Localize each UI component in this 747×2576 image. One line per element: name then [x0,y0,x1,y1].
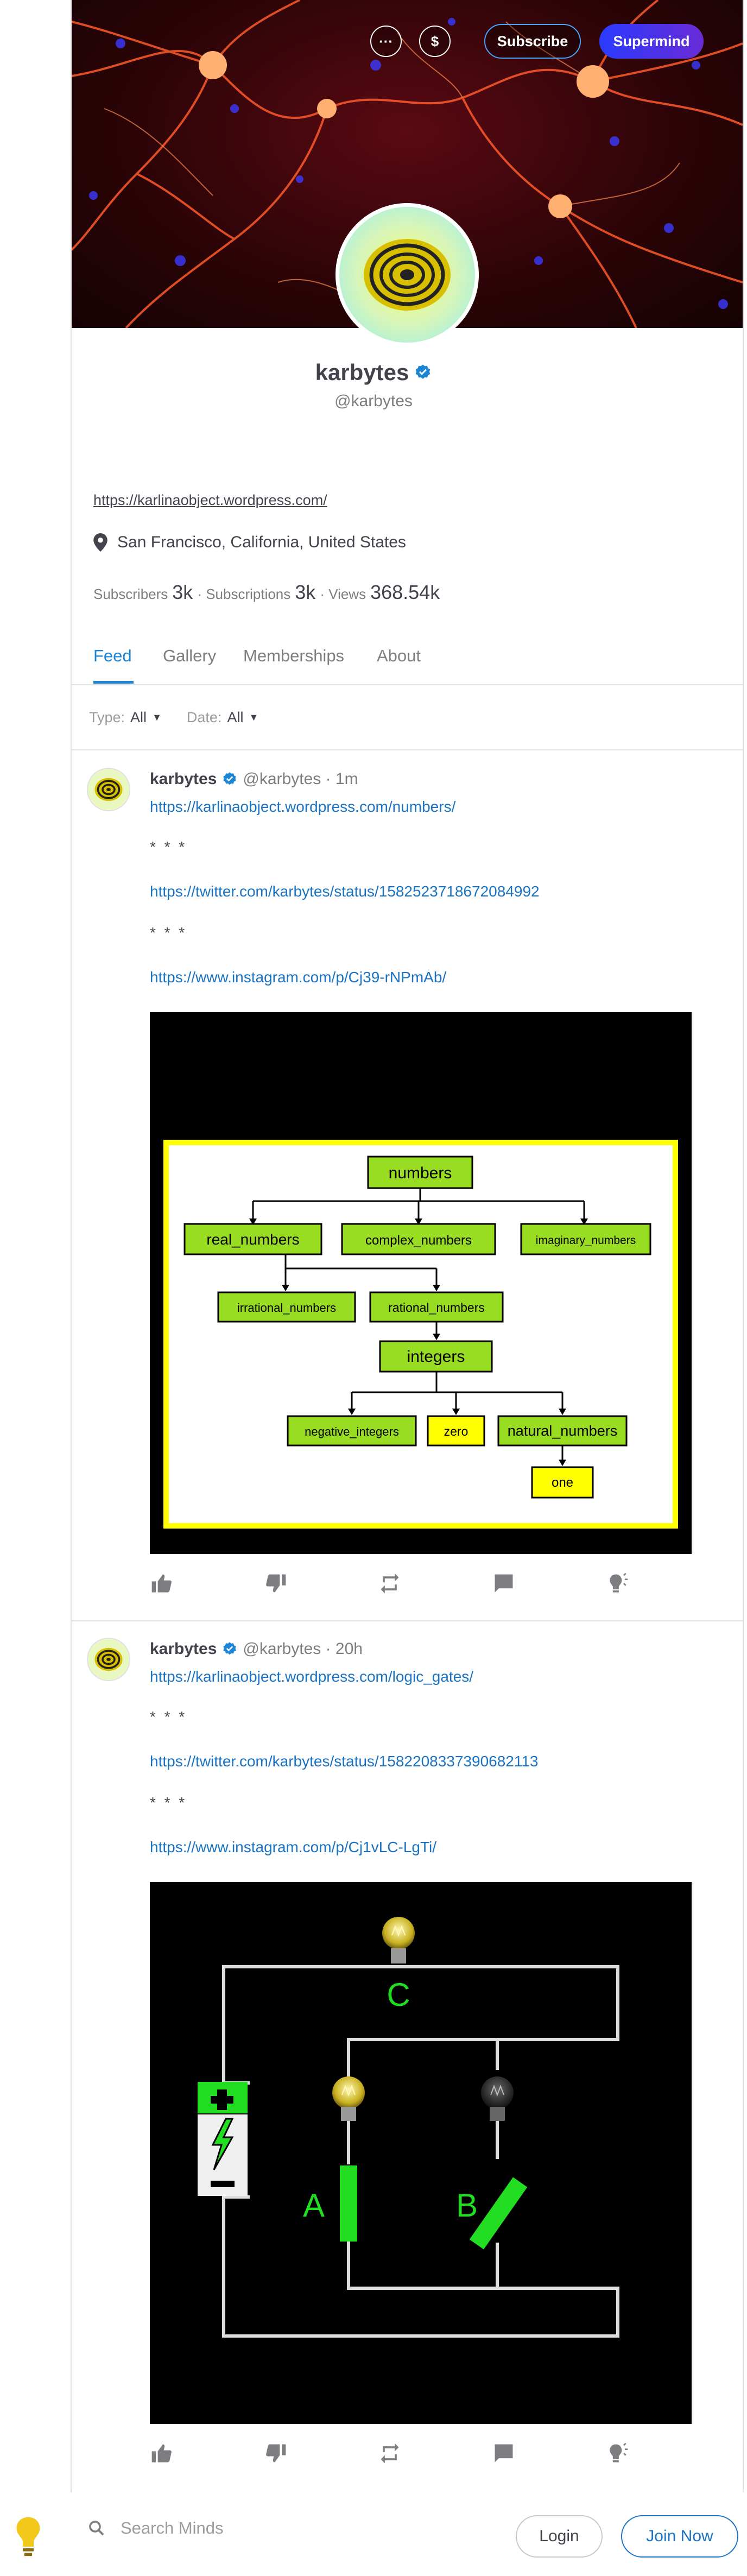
post-separator: * * * [150,1794,187,1811]
feed-post: karbytes @karbytes · 20h https://karlina… [72,1621,743,2492]
profile-name: karbytes [315,359,409,385]
subscriptions-count[interactable]: 3k [295,581,315,604]
feed-filters: Type: All ▼ Date: All ▼ [72,685,743,750]
more-options-button[interactable]: ··· [370,26,402,57]
minds-search[interactable]: Search Minds [87,2518,224,2538]
post-actions [150,1571,638,1599]
post-author-avatar[interactable] [87,1638,130,1681]
subscribers-count[interactable]: 3k [172,581,193,604]
diagram-node-complex-numbers: complex_numbers [365,1233,472,1248]
thumbs-down-icon[interactable] [264,1571,288,1595]
thumbs-up-icon[interactable] [150,2441,174,2465]
minds-logo-bulb-icon[interactable] [12,2514,45,2558]
verified-badge-icon [223,1642,237,1655]
post-link[interactable]: https://twitter.com/karbytes/status/1582… [150,883,540,900]
subscribers-label: Subscribers [93,586,168,602]
date-filter-value: All [227,709,244,725]
login-button[interactable]: Login [516,2515,603,2558]
profile-website-link[interactable]: https://karlinaobject.wordpress.com/ [93,492,327,509]
post-link[interactable]: https://twitter.com/karbytes/status/1582… [150,1753,539,1770]
post-actions [150,2441,638,2468]
profile-stats: Subscribers 3k · Subscriptions 3k · View… [93,581,440,604]
type-filter-value: All [130,709,147,725]
profile-avatar[interactable] [335,203,479,346]
location-text: San Francisco, California, United States [117,533,406,551]
subscriptions-label: · Subscriptions [197,586,291,602]
thumbs-down-icon[interactable] [264,2441,288,2465]
profile-name-row: karbytes [0,359,747,386]
tab-feed[interactable]: Feed [93,646,132,666]
post-separator: * * * [150,838,187,855]
active-tab-indicator [93,681,134,684]
comment-icon[interactable] [492,2441,516,2465]
avatar-image [88,1639,129,1680]
diagram-node-integers: integers [407,1348,465,1366]
views-count: 368.54k [370,581,440,603]
avatar-image [339,207,475,343]
views-label: · Views [320,586,366,602]
tab-gallery[interactable]: Gallery [163,646,216,666]
comment-icon[interactable] [492,1571,516,1595]
join-now-button[interactable]: Join Now [621,2515,738,2558]
diagram-node-natural-numbers: natural_numbers [508,1423,618,1439]
post-header: karbytes @karbytes · 1m [150,770,358,788]
supermind-bulb-icon[interactable] [606,1571,630,1595]
post-image-logic-circuit[interactable]: C A B [150,1882,692,2424]
feed-post: karbytes @karbytes · 1m https://karlinao… [72,752,743,1621]
avatar-image [88,769,129,810]
diagram-node-numbers: numbers [389,1164,452,1182]
logic-gate-circuit-diagram: C A B [198,1917,619,2338]
diagram-node-imaginary-numbers: imaginary_numbers [536,1234,636,1247]
search-placeholder: Search Minds [121,2518,224,2537]
type-filter-label: Type: [89,709,125,725]
search-icon [89,2521,104,2536]
post-meta: @karbytes · 1m [243,770,358,788]
post-image-numbers-diagram[interactable]: numbers real_numbers complex_numbers ima… [150,1012,692,1554]
diagram-node-real-numbers: real_numbers [206,1231,299,1248]
profile-tabs: Feed Gallery Memberships About [72,635,743,685]
supermind-button[interactable]: Supermind [599,24,704,59]
bottom-bar: Search Minds Login Join Now [16,2492,747,2576]
post-author-name[interactable]: karbytes [150,1640,217,1658]
profile-handle: @karbytes [334,392,413,410]
chevron-down-icon: ▼ [249,711,259,723]
post-author-avatar[interactable] [87,768,130,811]
chevron-down-icon: ▼ [152,711,162,723]
type-filter[interactable]: Type: All ▼ [89,709,162,726]
tip-button[interactable]: $ [419,26,451,57]
post-link[interactable]: https://www.instagram.com/p/Cj39-rNPmAb/ [150,969,446,986]
post-meta: @karbytes · 20h [243,1640,363,1658]
tab-about[interactable]: About [377,646,421,666]
profile-location: San Francisco, California, United States [93,533,406,552]
post-header: karbytes @karbytes · 20h [150,1640,363,1658]
diagram-node-irrational-numbers: irrational_numbers [237,1301,336,1315]
post-separator: * * * [150,1708,187,1725]
supermind-bulb-icon[interactable] [606,2441,630,2465]
post-link[interactable]: https://karlinaobject.wordpress.com/numb… [150,798,455,816]
diagram-node-zero: zero [444,1424,469,1438]
location-pin-icon [93,533,107,552]
thumbs-up-icon[interactable] [150,1571,174,1595]
post-link[interactable]: https://karlinaobject.wordpress.com/logi… [150,1668,473,1685]
circuit-label-b: B [456,2187,478,2224]
circuit-label-a: A [303,2187,325,2224]
tab-memberships[interactable]: Memberships [243,646,344,666]
date-filter-label: Date: [186,709,222,725]
verified-badge-icon [416,364,431,379]
diagram-node-rational-numbers: rational_numbers [388,1300,485,1315]
date-filter[interactable]: Date: All ▼ [187,709,258,726]
diagram-node-negative-integers: negative_integers [305,1425,399,1438]
numbers-tree-diagram: numbers real_numbers complex_numbers ima… [163,1140,678,1529]
verified-badge-icon [223,772,237,785]
remind-repost-icon[interactable] [378,2441,402,2465]
post-separator: * * * [150,924,187,941]
diagram-node-one: one [552,1475,573,1490]
subscribe-button[interactable]: Subscribe [484,24,581,59]
circuit-label-c: C [387,1977,410,2013]
post-link[interactable]: https://www.instagram.com/p/Cj1vLC-LgTi/ [150,1839,436,1856]
remind-repost-icon[interactable] [378,1571,402,1595]
post-author-name[interactable]: karbytes [150,770,217,788]
